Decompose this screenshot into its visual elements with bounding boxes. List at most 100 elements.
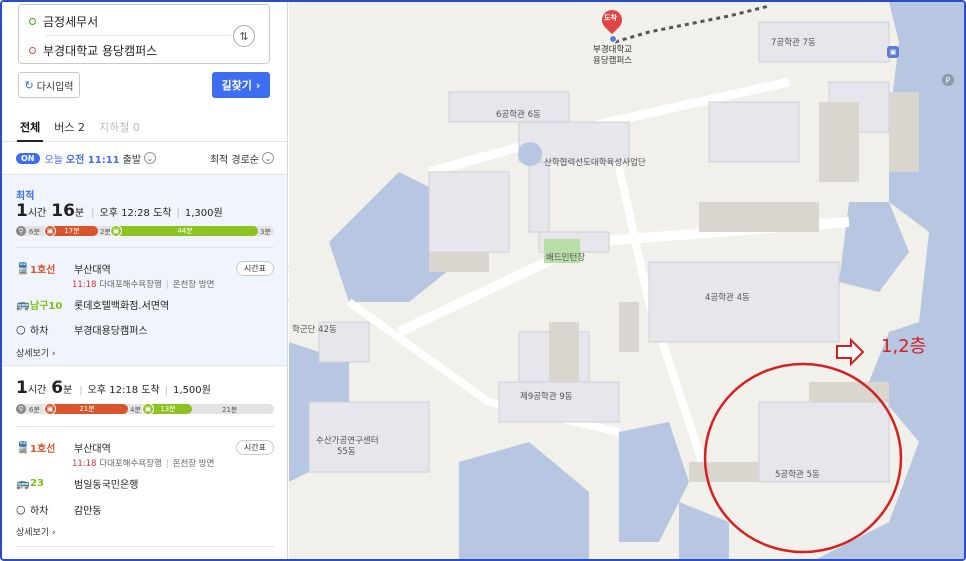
route-summary: 1 시간 16 분 | 오후 12:28 도착 | 1,300원: [16, 201, 223, 221]
tab-bus[interactable]: 버스 2: [54, 119, 85, 135]
line-name: 23: [30, 478, 44, 489]
line-name: 1호선: [30, 444, 56, 455]
hours-unit: 시간: [27, 385, 47, 396]
map-label-building-42[interactable]: 학군단 42동: [292, 323, 337, 335]
tab-all[interactable]: 전체: [20, 119, 40, 135]
map-label-incubator[interactable]: 산학협력선도대학육성사업단: [544, 156, 646, 168]
bus-icon: ▣: [110, 225, 122, 237]
timetable-button[interactable]: 시간표: [235, 261, 274, 276]
app-frame: 금정세무서 부경대학교 용당캠퍼스 ⇅ ↻ 다시입력 길찾기 › 전체 버스 2…: [0, 0, 966, 561]
tab-subway[interactable]: 지하철 0: [99, 119, 140, 135]
hours-unit: 시간: [27, 208, 47, 219]
bus-icon: 🚌: [16, 477, 30, 490]
chevron-down-icon: ⌄: [262, 152, 274, 164]
bus-icon: 🚌: [16, 298, 30, 311]
chevron-down-icon[interactable]: ⌄: [144, 152, 157, 164]
walk-segment-label: 6분: [29, 228, 40, 236]
map-view[interactable]: 도착 부경대학교 용당캠퍼스 7공학관 7동 6공학관 6동 산학협력선도대학육…: [289, 2, 964, 559]
walk-segment-label: 3분: [260, 228, 271, 236]
departure-time-row: ON 오늘 오전 11:11 출발 ⌄ 최적 경로순 ⌄: [16, 150, 274, 166]
arrival-time: 오후 12:18 도착: [87, 385, 160, 396]
refresh-icon: ↻: [24, 78, 34, 92]
transit-step: 🚌 남구10 롯데호텔백화점.서면역: [16, 297, 274, 312]
floor-annotation: 1,2층: [881, 336, 927, 357]
alight-icon: ○: [16, 323, 26, 336]
subway-icon: ▣: [44, 403, 56, 415]
details-link[interactable]: 상세보기 ›: [16, 525, 56, 538]
best-tag: 최적: [16, 191, 35, 202]
duration-hours: 1: [16, 378, 28, 398]
destination-text: 부경대학교 용당캠퍼스: [43, 43, 158, 58]
origin-field[interactable]: 금정세무서: [19, 7, 234, 35]
divider: [16, 426, 274, 427]
line-name: 하차: [30, 506, 49, 517]
transit-tabs: 전체 버스 2 지하철 0: [2, 112, 287, 142]
route-search-box: 금정세무서 부경대학교 용당캠퍼스 ⇅: [18, 4, 270, 64]
details-link[interactable]: 상세보기 ›: [16, 346, 56, 359]
departure-time[interactable]: 오전 11:11: [66, 151, 120, 166]
map-canvas: [289, 2, 964, 559]
transit-step: ○ 하차 부경대용당캠퍼스: [16, 322, 274, 337]
bus-segment: 44분: [112, 226, 258, 236]
departure-day: 오늘: [44, 154, 63, 166]
duration-hours: 1: [16, 201, 28, 221]
stop-name: 감만동: [74, 506, 102, 517]
transit-step: 🚌 23 범일동국민은행: [16, 476, 274, 491]
destination-field[interactable]: 부경대학교 용당캠퍼스: [19, 36, 234, 64]
sort-dropdown[interactable]: 최적 경로순 ⌄: [210, 151, 274, 166]
divider: [16, 546, 274, 547]
divider: [16, 247, 274, 248]
departure-suffix: 출발: [122, 154, 142, 166]
destination-map-label: 부경대학교 용당캠퍼스: [593, 45, 633, 66]
alight-icon: ○: [16, 503, 26, 516]
map-label-building-5[interactable]: 5공학관 5동: [775, 468, 820, 480]
on-badge[interactable]: ON: [16, 152, 40, 164]
chevron-right-icon: ›: [255, 78, 261, 92]
line-name: 하차: [30, 326, 49, 337]
map-label-badminton[interactable]: 배드민턴장: [546, 251, 585, 263]
fare: 1,300원: [184, 208, 223, 219]
map-label-building-9[interactable]: 제9공학관 9동: [520, 390, 573, 402]
subway-icon: 🚆: [16, 441, 30, 454]
route-timeline-bar: ⚲ 6분 21분 ▣ 4분 13분 ▣ 21분: [16, 403, 274, 415]
route-summary: 1 시간 6 분 | 오후 12:18 도착 | 1,500원: [16, 378, 211, 398]
map-label-building-7[interactable]: 7공학관 7동: [771, 36, 816, 48]
stop-name: 부산대역: [74, 265, 111, 276]
line-name: 남구10: [30, 301, 63, 312]
map-label-building-55[interactable]: 55동: [337, 445, 356, 457]
route-card[interactable]: 최적 1 시간 16 분 | 오후 12:28 도착 | 1,300원 ⚲ 6분…: [2, 174, 287, 366]
destination-badge: 도착: [604, 14, 617, 22]
subway-icon: 🚆: [16, 262, 30, 275]
walk-icon: ⚲: [16, 404, 26, 414]
map-label-building-6[interactable]: 6공학관 6동: [496, 108, 541, 120]
minutes-unit: 분: [63, 385, 73, 396]
route-timeline-bar: ⚲ 6분 17분 ▣ 2분 44분 ▣ 3분: [16, 225, 274, 237]
bus-stop-icon[interactable]: ▣: [887, 46, 899, 58]
duration-minutes: 16: [51, 201, 75, 221]
origin-dot-icon: [29, 17, 36, 25]
subway-icon: ▣: [44, 225, 56, 237]
reset-label: 다시입력: [36, 81, 74, 93]
walk-segment-label: 21분: [222, 406, 238, 414]
origin-text: 금정세무서: [43, 14, 99, 29]
arrival-time: 오후 12:28 도착: [99, 208, 172, 219]
walk-icon: ⚲: [16, 226, 26, 236]
map-label-building-4[interactable]: 4공학관 4동: [705, 291, 750, 303]
stop-name: 롯데호텔백화점.서면역: [74, 301, 170, 312]
walk-segment-label: 4분: [130, 406, 141, 414]
route-card[interactable]: 1 시간 6 분 | 오후 12:18 도착 | 1,500원 ⚲ 6분 21분…: [2, 368, 287, 558]
stop-name: 부산대역: [74, 444, 111, 455]
timetable-button[interactable]: 시간표: [235, 440, 274, 455]
duration-minutes: 6: [51, 378, 64, 398]
swap-icon[interactable]: ⇅: [233, 25, 255, 47]
tab-underline: [17, 140, 43, 142]
destination-dot-icon: [29, 46, 36, 54]
subway-segment: 21분: [46, 404, 128, 414]
reset-button[interactable]: ↻ 다시입력: [18, 72, 80, 98]
find-route-button[interactable]: 길찾기 ›: [212, 72, 270, 98]
minutes-unit: 분: [74, 208, 85, 219]
destination-point-icon: [609, 35, 617, 43]
line-name: 1호선: [30, 265, 56, 276]
parking-icon[interactable]: P: [942, 74, 954, 86]
step-detail: 11:18 다대포해수욕장행 | 온천장 방면: [72, 459, 215, 469]
